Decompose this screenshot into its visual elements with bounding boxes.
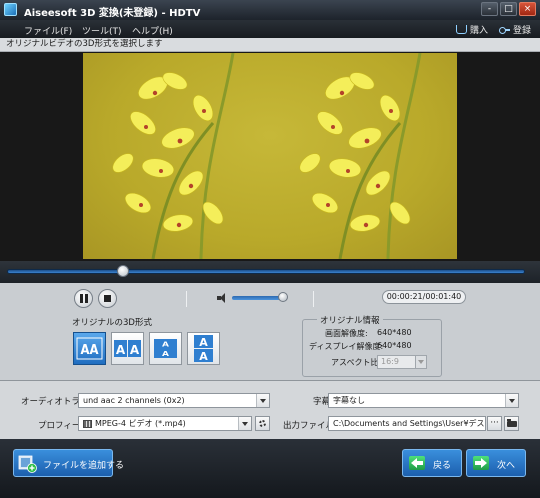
film-icon (83, 419, 92, 428)
side-by-side-half-icon: AA (76, 337, 103, 360)
window-title: Aiseesoft 3D 変換(未登録) - HDTV (24, 8, 201, 19)
add-file-label: ファイルを追加する (43, 461, 125, 471)
close-button[interactable]: × (519, 2, 536, 16)
preview-area (0, 52, 540, 261)
left-eye-frame (83, 53, 270, 259)
svg-text:A: A (199, 350, 208, 363)
next-button[interactable]: 次へ (466, 449, 526, 477)
mode-side-by-side-half-button[interactable]: AA (73, 332, 106, 365)
aspect-ratio-value: 16:9 (381, 357, 399, 366)
maximize-button[interactable]: □ (500, 2, 517, 16)
subtitle-value: 字幕なし (333, 396, 365, 405)
source-format-label: オリジナルの3D形式 (72, 318, 152, 328)
add-file-button[interactable]: ファイルを追加する (13, 449, 124, 477)
profile-select[interactable]: MPEG-4 ビデオ (*.mp4) (78, 416, 252, 431)
stop-button[interactable] (98, 289, 117, 308)
instruction-text: オリジナルビデオの3D形式を選択します (0, 38, 540, 52)
mode-top-bottom-full-button[interactable]: A A (187, 332, 220, 365)
resolution-label: 画面解像度: (325, 329, 368, 338)
mode-top-bottom-half-button[interactable]: A A (149, 332, 182, 365)
svg-text:A: A (199, 336, 208, 349)
top-bottom-full-icon: A A (194, 335, 213, 363)
chevron-down-icon (505, 394, 518, 407)
audio-track-value: und aac 2 channels (0x2) (83, 396, 185, 405)
svg-text:AA: AA (81, 343, 99, 358)
gear-icon (259, 420, 266, 427)
cart-icon (456, 25, 467, 34)
resolution-value: 640*480 (377, 328, 412, 337)
menu-tools[interactable]: ツール(T) (82, 24, 122, 37)
top-bottom-half-icon: A A (154, 339, 177, 358)
minimize-button[interactable]: - (481, 2, 498, 16)
divider (186, 291, 187, 307)
pause-button[interactable] (74, 289, 93, 308)
back-label: 戻る (433, 461, 452, 471)
original-info-title: オリジナル情報 (317, 314, 383, 326)
arrow-right-icon (473, 456, 489, 470)
menu-bar: ファイル(F) ツール(T) ヘルプ(H) 購入 登録 (0, 20, 540, 38)
seek-area (0, 261, 540, 283)
key-icon (499, 26, 510, 34)
seek-handle[interactable] (117, 265, 129, 277)
control-panel: 00:00:21/00:01:40 オリジナルの3D形式 AA A A A A … (0, 283, 540, 381)
chevron-down-icon (415, 356, 426, 368)
profile-settings-button[interactable] (255, 416, 270, 431)
next-label: 次へ (497, 461, 516, 471)
register-label: 登録 (513, 26, 532, 36)
folder-icon (507, 419, 517, 427)
title-bar: Aiseesoft 3D 変換(未登録) - HDTV - □ × (0, 0, 540, 20)
right-eye-frame (270, 53, 457, 259)
audio-track-select[interactable]: und aac 2 channels (0x2) (78, 393, 270, 408)
video-preview (83, 53, 457, 259)
mode-side-by-side-full-button[interactable]: A A (111, 332, 144, 365)
svg-text:A: A (130, 343, 140, 357)
back-button[interactable]: 戻る (402, 449, 462, 477)
output-path-value: C:\Documents and Settings\User¥デスクトップ (333, 419, 485, 428)
app-logo-icon (4, 3, 17, 16)
side-by-side-full-icon: A A (114, 340, 141, 357)
stop-icon (104, 295, 111, 302)
register-link[interactable]: 登録 (499, 23, 531, 36)
volume-handle[interactable] (278, 292, 288, 302)
add-file-icon (18, 455, 37, 473)
open-folder-button[interactable] (504, 416, 519, 431)
time-display: 00:00:21/00:01:40 (382, 290, 466, 304)
arrow-left-icon (409, 456, 425, 470)
window-controls: - □ × (481, 2, 536, 16)
output-path-field[interactable]: C:\Documents and Settings\User¥デスクトップ (328, 416, 486, 431)
browse-button[interactable]: ··· (487, 416, 502, 431)
svg-text:A: A (116, 343, 126, 357)
original-info-box: オリジナル情報 画面解像度: 640*480 ディスプレイ解像度: 640*48… (302, 314, 442, 377)
display-resolution-label: ディスプレイ解像度: (309, 342, 384, 351)
volume-icon[interactable] (217, 293, 229, 303)
menu-file[interactable]: ファイル(F) (24, 24, 72, 37)
purchase-label: 購入 (470, 26, 489, 36)
menu-help[interactable]: ヘルプ(H) (132, 24, 173, 37)
chevron-down-icon (256, 394, 269, 407)
purchase-link[interactable]: 購入 (456, 23, 488, 36)
chevron-down-icon (238, 417, 251, 430)
svg-text:A: A (162, 349, 170, 358)
aspect-ratio-label: アスペクト比: (331, 358, 382, 367)
svg-text:A: A (162, 340, 170, 349)
subtitle-select[interactable]: 字幕なし (328, 393, 519, 408)
settings-panel: オーディオトラック und aac 2 channels (0x2) 字幕 字幕… (0, 381, 540, 439)
bottom-bar: ファイルを追加する 戻る 次へ (0, 439, 540, 498)
output-file-label: 出力ファイル (283, 421, 335, 431)
pause-icon (80, 294, 88, 303)
profile-value: MPEG-4 ビデオ (*.mp4) (95, 419, 186, 428)
seek-slider[interactable] (7, 269, 525, 274)
display-resolution-value: 640*480 (377, 341, 412, 350)
aspect-ratio-select: 16:9 (377, 355, 427, 369)
divider (313, 291, 314, 307)
volume-slider[interactable] (232, 296, 284, 300)
